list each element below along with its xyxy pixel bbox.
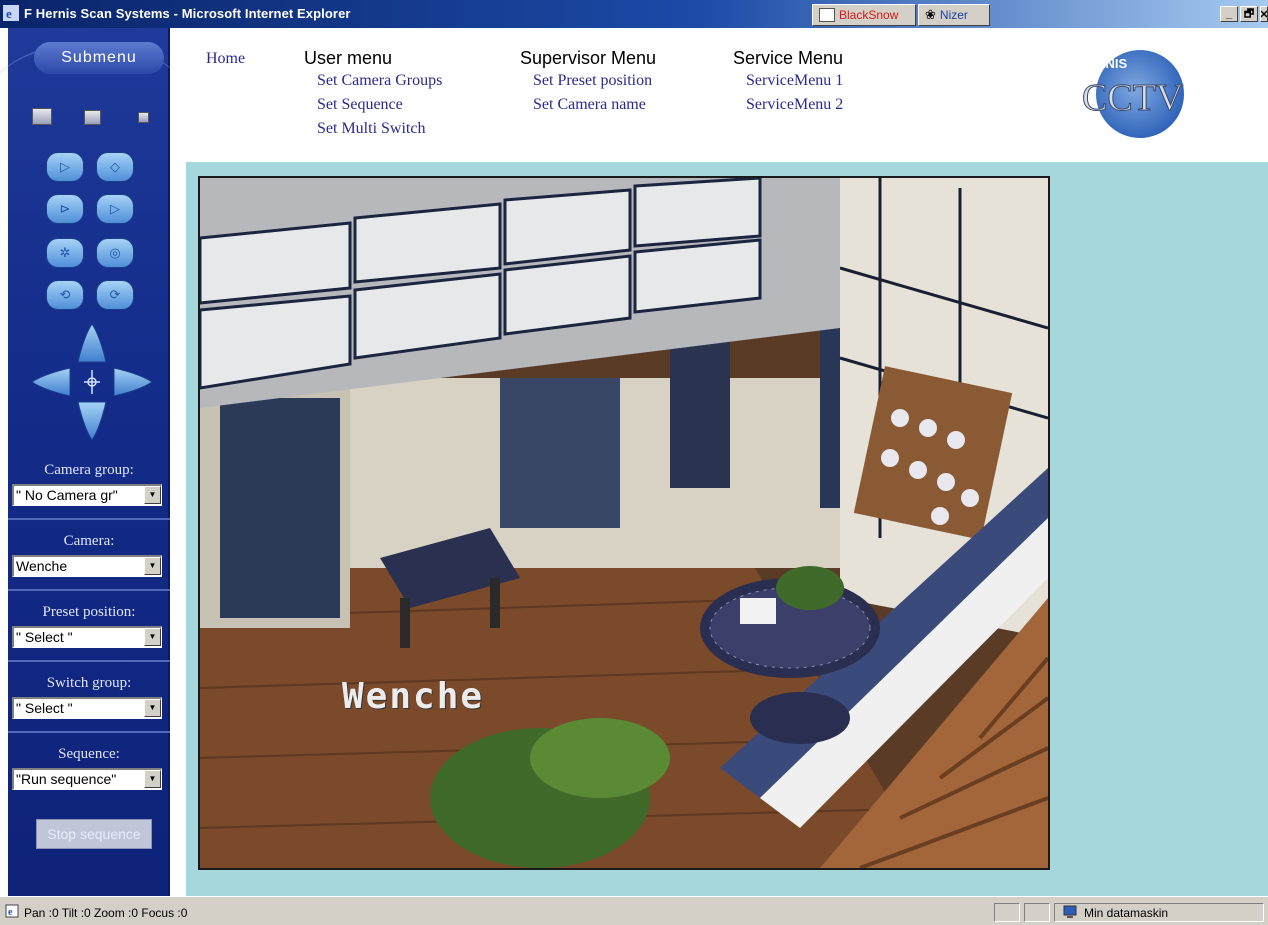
main-area: Wenche xyxy=(186,162,1268,896)
nizer-icon: ❀ xyxy=(925,7,936,22)
taskbar-button-blacksnow[interactable]: BlackSnow xyxy=(812,4,916,26)
camera-group-label: Camera group: xyxy=(44,462,134,478)
step-icon[interactable]: ⊳ xyxy=(46,194,84,224)
link-set-camera-name[interactable]: Set Camera name xyxy=(533,93,656,117)
window-icon xyxy=(819,8,835,22)
chevron-down-icon: ▼ xyxy=(144,628,161,646)
title-bar: e F Hernis Scan Systems - Microsoft Inte… xyxy=(0,0,1268,28)
stop-sequence-button[interactable]: Stop sequence xyxy=(36,819,152,849)
iris-icon[interactable]: ✲ xyxy=(46,238,84,268)
camera-feed-image xyxy=(200,178,1048,868)
arrow-up-icon[interactable] xyxy=(77,323,107,363)
divider xyxy=(8,660,170,662)
ie-logo-icon: e xyxy=(3,5,19,21)
window-controls: _ 🗗 ✕ xyxy=(1220,6,1268,22)
user-menu-heading: User menu xyxy=(304,48,393,68)
home-link[interactable]: Home xyxy=(206,50,245,68)
sequence-select[interactable]: "Run sequence" ▼ xyxy=(12,768,162,790)
arrow-right-icon[interactable] xyxy=(113,367,153,397)
arrow-down-icon[interactable] xyxy=(77,401,107,441)
supervisor-menu: Supervisor Menu Set Preset position Set … xyxy=(520,48,656,117)
submenu-button[interactable]: Submenu xyxy=(34,42,164,74)
svg-text:CCTV: CCTV xyxy=(1082,77,1184,119)
chevron-down-icon: ▼ xyxy=(144,770,161,788)
page-icon: e xyxy=(5,904,19,918)
arrow-left-icon[interactable] xyxy=(31,367,71,397)
camera-group-select[interactable]: " No Camera gr" ▼ xyxy=(12,484,162,506)
dpad xyxy=(31,323,153,441)
hernis-cctv-logo: HERNIS CCTV xyxy=(1078,50,1184,138)
minimize-button[interactable]: _ xyxy=(1220,6,1238,22)
divider xyxy=(8,731,170,733)
link-service-menu-1[interactable]: ServiceMenu 1 xyxy=(746,69,843,93)
preset-position-select[interactable]: " Select " ▼ xyxy=(12,626,162,648)
maximize-button[interactable]: 🗗 xyxy=(1240,6,1258,22)
status-pane xyxy=(1024,903,1050,922)
play-outline-icon[interactable]: ◇ xyxy=(96,152,134,182)
camera-select[interactable]: Wenche ▼ xyxy=(12,555,162,577)
camera-name-overlay: Wenche xyxy=(342,676,485,717)
service-menu-heading: Service Menu xyxy=(733,48,844,68)
svg-text:HERNIS: HERNIS xyxy=(1078,56,1127,71)
computer-icon xyxy=(1063,905,1077,918)
top-navigation: Home User menu Set Camera Groups Set Seq… xyxy=(170,28,1268,162)
link-set-multi-switch[interactable]: Set Multi Switch xyxy=(317,117,442,141)
sequence-label: Sequence: xyxy=(58,746,120,762)
sidebar: Submenu ▷ ◇ ⊳ ▷ ✲ ◎ ⟲ ⟳ Camera group: " … xyxy=(0,28,198,896)
window-title: F Hernis Scan Systems - Microsoft Intern… xyxy=(24,6,351,21)
security-zone-label: Min datamaskin xyxy=(1084,906,1169,920)
monitor-layout-group xyxy=(28,108,158,128)
center-move-icon[interactable] xyxy=(84,370,100,394)
switch-group-label: Switch group: xyxy=(46,675,132,691)
svg-text:e: e xyxy=(6,6,12,21)
link-set-sequence[interactable]: Set Sequence xyxy=(317,93,442,117)
taskbar-button-nizer[interactable]: ❀ Nizer xyxy=(918,4,990,26)
large-monitor-icon[interactable] xyxy=(32,108,52,125)
chevron-down-icon: ▼ xyxy=(144,699,161,717)
status-text: Pan :0 Tilt :0 Zoom :0 Focus :0 xyxy=(24,906,188,920)
chevron-down-icon: ▼ xyxy=(144,486,161,504)
switch-group-select[interactable]: " Select " ▼ xyxy=(12,697,162,719)
svg-text:e: e xyxy=(8,907,13,918)
divider xyxy=(8,589,170,591)
step-outline-icon[interactable]: ▷ xyxy=(96,194,134,224)
link-service-menu-2[interactable]: ServiceMenu 2 xyxy=(746,93,843,117)
chevron-down-icon: ▼ xyxy=(144,557,161,575)
medium-monitor-icon[interactable] xyxy=(84,110,101,125)
user-menu: User menu Set Camera Groups Set Sequence… xyxy=(304,48,442,141)
supervisor-menu-heading: Supervisor Menu xyxy=(520,48,657,68)
play-icon[interactable]: ▷ xyxy=(46,152,84,182)
service-menu: Service Menu ServiceMenu 1 ServiceMenu 2 xyxy=(733,48,843,117)
status-bar: e Pan :0 Tilt :0 Zoom :0 Focus :0 Min da… xyxy=(0,896,1268,925)
link-set-preset-position[interactable]: Set Preset position xyxy=(533,69,656,93)
status-pane xyxy=(994,903,1020,922)
close-button[interactable]: ✕ xyxy=(1260,6,1268,22)
loop-outline-icon[interactable]: ⟳ xyxy=(96,280,134,310)
camera-label: Camera: xyxy=(63,533,115,549)
camera-view[interactable]: Wenche xyxy=(198,176,1050,870)
link-set-camera-groups[interactable]: Set Camera Groups xyxy=(317,69,442,93)
divider xyxy=(8,518,170,520)
iris-outline-icon[interactable]: ◎ xyxy=(96,238,134,268)
small-monitor-icon[interactable] xyxy=(138,112,149,123)
preset-position-label: Preset position: xyxy=(42,604,136,620)
loop-icon[interactable]: ⟲ xyxy=(46,280,84,310)
